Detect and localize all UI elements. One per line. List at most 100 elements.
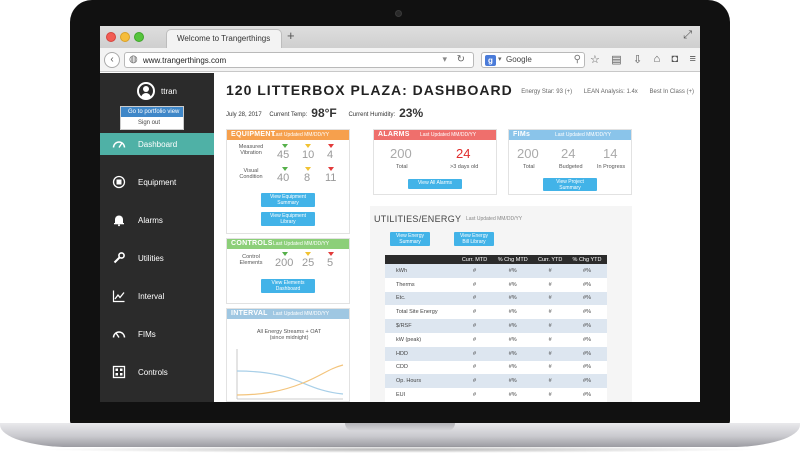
sign-out-link[interactable]: Sign out [121,117,183,129]
table-cell: # [457,319,493,333]
column-header: % Chg MTD [492,255,534,264]
table-header-row: Curr. MTD % Chg MTD Curr. YTD % Chg YTD [385,255,607,264]
home-icon[interactable]: ⌂ [654,53,661,66]
table-cell: $/RSF [385,319,457,333]
menu-icon[interactable]: ≡ [690,53,696,66]
page-title: 120 LITTERBOX PLAZA: DASHBOARD [226,82,513,98]
table-cell: Op. Hours [385,374,457,389]
table-cell: kWh [385,264,457,278]
interval-chart-caption: All Energy Streams + OAT (since midnight) [256,329,322,341]
view-energy-summary-button[interactable]: View Energy Summary [390,232,430,246]
view-equipment-library-button[interactable]: View Equipment Library [261,212,315,226]
sidebar-item-interval[interactable]: Interval [100,285,214,307]
table-cell: #% [567,277,607,292]
browser-tabbar: Welcome to Trangerthings + ⤢ [100,26,700,48]
table-row: kWh # #% # #% [385,264,607,278]
view-energy-bill-library-button[interactable]: View Energy Bill Library [454,232,494,246]
table-cell: # [457,264,493,278]
table-row: CDD # #% # #% [385,360,607,375]
table-cell: # [457,291,493,306]
bookmark-star-icon[interactable]: ☆ [590,53,600,66]
search-bar[interactable]: g ▾ Google ⚲ [481,52,585,68]
table-cell: #% [567,319,607,333]
utilities-title: UTILITIES/ENERGY [374,214,462,224]
metric-value: 40 [277,172,290,184]
minimize-window-button[interactable] [120,32,130,42]
best-in-class-link[interactable]: Best In Class (+) [649,89,694,95]
sidebar-item-alarms[interactable]: Alarms [100,209,214,231]
yellow-status-icon [305,144,311,148]
zoom-window-button[interactable] [134,32,144,42]
table-cell: # [457,374,493,389]
alarms-old-label: >3 days old [450,164,479,170]
laptop-notch [345,423,455,431]
table-cell: kW (peak) [385,332,457,347]
sidebar-item-label: Controls [138,368,168,377]
sidebar-item-fims[interactable]: FIMs [100,323,214,345]
sidebar-item-equipment[interactable]: Equipment [100,171,214,193]
portfolio-view-link[interactable]: Go to portfolio view [121,107,183,117]
bell-icon [114,215,124,227]
close-window-button[interactable] [106,32,116,42]
history-dropdown-icon[interactable]: ▾ [442,54,447,65]
metric-value: 5 [327,257,334,269]
search-engine-dropdown-icon[interactable]: ▾ [498,55,502,63]
sidebar-item-dashboard[interactable]: Dashboard [100,133,224,155]
fims-budgeted: 24 [561,146,576,161]
green-status-icon [282,144,288,148]
username[interactable]: ttran [161,87,177,96]
table-cell: # [457,332,493,347]
controls-header: CONTROLS Last Updated MM/DD/YY [227,239,349,249]
metric-value: 200 [275,257,294,269]
download-icon[interactable]: ⇩ [633,53,642,66]
table-cell: Total Site Energy [385,305,457,320]
table-cell: #% [567,291,607,306]
table-cell: # [457,305,493,320]
new-tab-button[interactable]: + [287,28,295,43]
browser-tab[interactable]: Welcome to Trangerthings [166,29,282,48]
fims-updated: Last Updated MM/DD/YY [555,132,612,138]
energy-star-link[interactable]: Energy Star: 93 (+) [521,89,572,95]
metric-label: Measured Vibration [238,144,264,156]
reload-icon[interactable]: ↻ [457,54,465,65]
search-icon[interactable]: ⚲ [574,54,581,65]
pocket-icon[interactable]: ◘ [672,53,679,66]
table-cell: #% [567,332,607,347]
humidity-value: 23% [399,106,424,120]
utilities-table: Curr. MTD % Chg MTD Curr. YTD % Chg YTD … [385,255,607,402]
fullscreen-icon[interactable]: ⤢ [683,29,692,42]
fims-card: FIMs Last Updated MM/DD/YY 200 24 14 Tot… [508,129,632,195]
sidebar-item-utilities[interactable]: Utilities [100,247,214,269]
table-row: Therms # #% # #% [385,277,607,292]
interval-updated: Last Updated MM/DD/YY [273,311,330,317]
table-cell: # [533,374,568,389]
table-row: $/RSF # #% # #% [385,319,607,333]
sidebar-item-controls[interactable]: Controls [100,361,214,383]
fims-total-label: Total [523,164,535,170]
controls-icon [112,365,126,379]
top-links: Energy Star: 93 (+) LEAN Analysis: 1.4x … [511,89,694,95]
red-status-icon [328,167,334,171]
lean-analysis-link[interactable]: LEAN Analysis: 1.4x [584,89,638,95]
view-equipment-summary-button[interactable]: View Equipment Summary [261,193,315,207]
column-header: Curr. YTD [533,255,568,264]
red-status-icon [328,144,334,148]
address-bar[interactable]: ◍ www.trangerthings.com ▾ ↻ [124,52,474,68]
column-header: % Chg YTD [567,255,607,264]
red-status-icon [328,252,334,256]
temp-value: 98°F [311,106,337,120]
sidebar-item-label: FIMs [138,330,156,339]
avatar[interactable] [137,82,155,100]
view-project-summary-button[interactable]: View Project Summary [543,178,597,191]
utilities-section: UTILITIES/ENERGY Last Updated MM/DD/YY V… [370,206,632,402]
reader-list-icon[interactable]: ▤ [611,53,621,66]
view-elements-dashboard-button[interactable]: View Elements Dashboard [261,279,315,293]
table-cell: #% [492,346,534,361]
table-cell: #% [492,332,534,347]
table-cell: # [457,388,493,402]
view-all-alarms-button[interactable]: View All Alarms [408,179,462,189]
fims-header: FIMs Last Updated MM/DD/YY [509,130,631,140]
table-cell: EUI [385,388,457,402]
gauge-icon [112,331,126,338]
back-button[interactable]: ‹ [104,52,120,68]
